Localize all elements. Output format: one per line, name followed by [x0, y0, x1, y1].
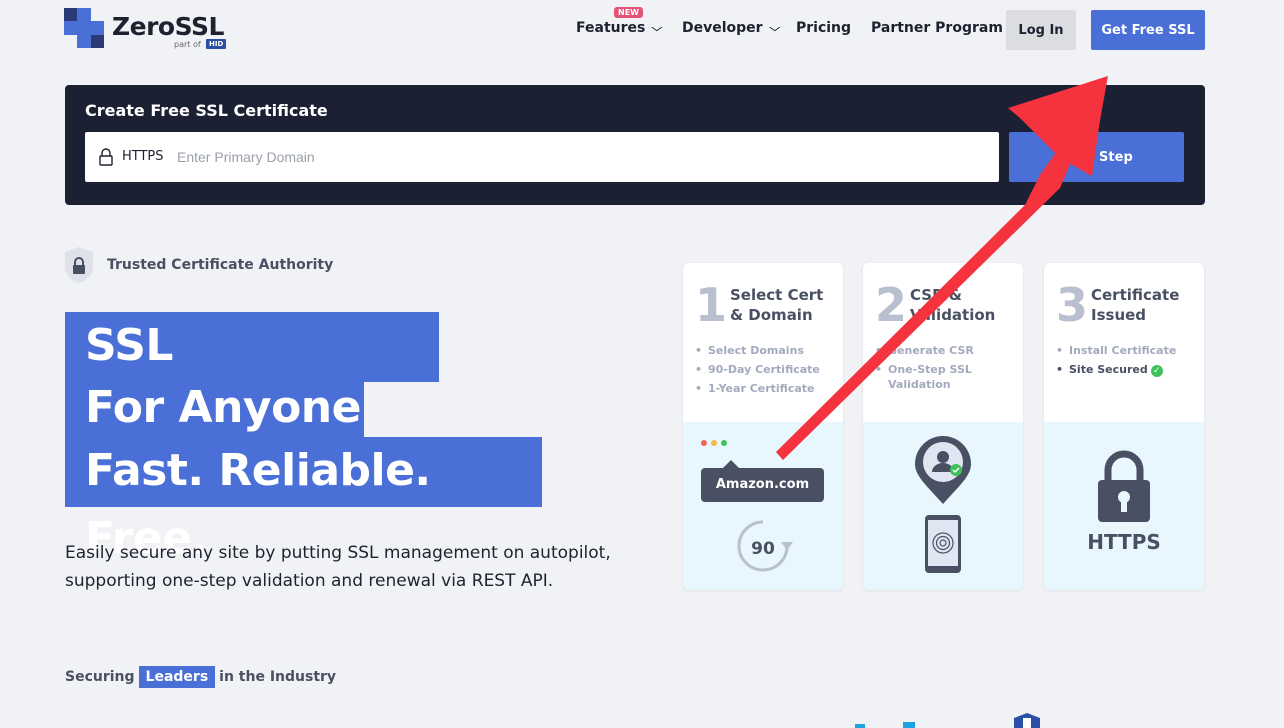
leaders-after: in the Industry: [219, 669, 337, 685]
hid-badge: HID: [206, 39, 227, 49]
partner-logo-text-icon: [855, 722, 915, 728]
chevron-down-icon: ⌵: [769, 22, 780, 34]
phone-fingerprint-icon: [925, 515, 961, 573]
browser-dots-icon: [701, 440, 727, 446]
step-card-3: 3 Certificate Issued Install Certificate…: [1044, 263, 1204, 590]
domain-field[interactable]: HTTPS: [85, 132, 999, 182]
nav-partner-program[interactable]: Partner Program: [871, 20, 1003, 36]
create-panel-title: Create Free SSL Certificate: [85, 101, 328, 120]
renewal-days: 90: [751, 539, 775, 559]
step-number: 1: [695, 278, 728, 332]
trusted-ca: Trusted Certificate Authority: [64, 246, 333, 284]
chevron-down-icon: ⌵: [651, 22, 663, 34]
list-item: 1-Year Certificate: [695, 381, 830, 396]
new-badge: NEW: [614, 7, 643, 18]
next-step-button[interactable]: Next Step: [1009, 132, 1184, 182]
partner-logo-shield-icon: [1014, 713, 1040, 728]
step-title: Select Cert & Domain: [730, 286, 824, 324]
login-button[interactable]: Log In: [1006, 10, 1076, 50]
step-card-1: 1 Select Cert & Domain Select Domains 90…: [683, 263, 843, 590]
logo-sub: part of: [174, 40, 201, 49]
https-label: HTTPS: [1087, 530, 1161, 554]
step-illustration: Amazon.com 90: [683, 422, 843, 590]
list-item-secured: Site Secured✓: [1056, 362, 1191, 377]
step-card-2: 2 CSR & Validation Generate CSR One-Step…: [863, 263, 1023, 590]
shield-lock-icon: [65, 247, 93, 283]
logo-cross-icon: [64, 8, 104, 48]
step-illustration: [863, 422, 1023, 590]
hero-headline-line-3: Fast. Reliable. Free.: [65, 437, 542, 564]
get-free-ssl-button[interactable]: Get Free SSL: [1091, 10, 1205, 50]
list-item: Select Domains: [695, 343, 830, 358]
nav-features[interactable]: Features ⌵: [576, 20, 663, 36]
step-number: 3: [1056, 278, 1089, 332]
nav-label: Developer: [682, 20, 763, 36]
create-ssl-panel: Create Free SSL Certificate HTTPS Next S…: [65, 85, 1205, 205]
renewal-cycle-icon: 90: [737, 520, 793, 572]
domain-tag: Amazon.com: [701, 460, 824, 502]
nav-label: Pricing: [796, 20, 852, 36]
hero-headline-line-1: SSL Protection: [65, 312, 439, 439]
logo-text: ZeroSSL: [112, 12, 224, 41]
nav-developer[interactable]: Developer ⌵: [682, 20, 780, 36]
step-illustration: HTTPS: [1044, 422, 1204, 590]
padlock-icon: [1098, 450, 1150, 522]
domain-input[interactable]: [177, 142, 977, 172]
leaders-tag: Leaders: [138, 666, 216, 688]
site-header: ZeroSSL part of HID NEW Features ⌵ Devel…: [0, 0, 1284, 62]
step-list: Select Domains 90-Day Certificate 1-Year…: [695, 343, 830, 400]
lock-icon: [99, 148, 113, 166]
securing-leaders: Securing Leaders in the Industry: [65, 666, 336, 688]
nav-label: Partner Program: [871, 20, 1003, 36]
protocol-label: HTTPS: [122, 149, 164, 164]
list-item-label: Site Secured: [1069, 363, 1148, 376]
zerossl-logo[interactable]: ZeroSSL part of HID: [64, 8, 234, 54]
hero-description: Easily secure any site by putting SSL ma…: [65, 543, 611, 591]
step-title: Certificate Issued: [1091, 286, 1180, 324]
list-item: Generate CSR: [875, 343, 1010, 358]
nav-pricing[interactable]: Pricing: [796, 20, 851, 36]
hero-headline-line-2: For Anyone: [65, 374, 364, 444]
step-list: Generate CSR One-Step SSL Validation: [875, 343, 1010, 396]
list-item: 90-Day Certificate: [695, 362, 830, 377]
list-item: One-Step SSL Validation: [875, 362, 1010, 392]
step-title: CSR & Validation: [910, 286, 996, 324]
step-number: 2: [875, 278, 908, 332]
location-user-icon: [915, 436, 971, 504]
trusted-text: Trusted Certificate Authority: [107, 257, 334, 273]
leaders-before: Securing: [65, 669, 135, 685]
nav-label: Features: [576, 20, 646, 36]
check-icon: ✓: [1150, 365, 1163, 377]
list-item: Install Certificate: [1056, 343, 1191, 358]
step-list: Install Certificate Site Secured✓: [1056, 343, 1191, 381]
